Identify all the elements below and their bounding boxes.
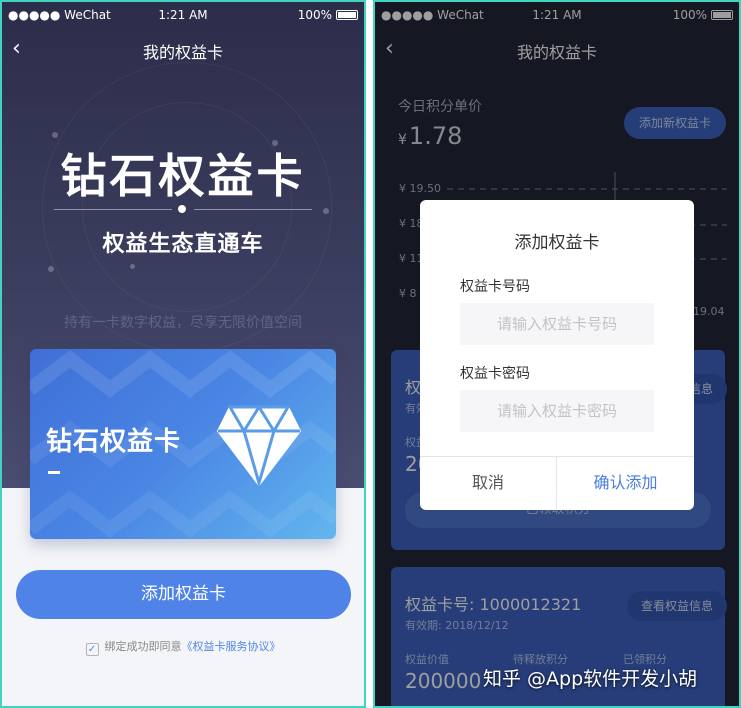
agreement-checkbox[interactable]: ✓: [85, 643, 99, 656]
card-password-label: 权益卡密码: [460, 366, 530, 382]
card-dash: [48, 471, 60, 474]
hero-subtitle: 权益生态直通车: [102, 232, 264, 257]
add-card-dialog: 添加权益卡 权益卡号码 权益卡密码 取消 确认添加: [420, 200, 694, 510]
diamond-icon: [216, 405, 302, 487]
card-number-input[interactable]: [460, 303, 654, 345]
battery-icon: [336, 10, 358, 20]
page-title: 我的权益卡: [142, 43, 223, 62]
hero-title: 钻石权益卡: [60, 149, 306, 203]
agreement-text: 绑定成功即同意: [104, 640, 182, 653]
cancel-button[interactable]: 取消: [420, 456, 556, 510]
diamond-card[interactable]: 钻石权益卡: [30, 349, 336, 539]
card-number-label: 权益卡号码: [460, 279, 530, 295]
confirm-add-button[interactable]: 确认添加: [557, 456, 694, 510]
card-password-input[interactable]: [460, 390, 654, 432]
agreement-row: ✓ 绑定成功即同意《权益卡服务协议》: [2, 638, 364, 656]
left-phone-screen: ●●●●● WeChat 1:21 AM 100% ‹ 我的权益卡 钻石权益卡 …: [0, 0, 366, 708]
add-card-button[interactable]: 添加权益卡: [16, 570, 351, 619]
status-bar: ●●●●● WeChat 1:21 AM 100%: [2, 2, 364, 28]
dialog-title: 添加权益卡: [514, 233, 600, 253]
hero-divider-left: [54, 209, 172, 210]
battery-percent: 100%: [297, 8, 332, 22]
hero-description: 持有一卡数字权益，尽享无限价值空间: [64, 315, 302, 331]
hero-divider-dot: [178, 205, 186, 213]
right-phone-screen: ●●●●● WeChat 1:21 AM 100% ‹ 我的权益卡 今日积分单价…: [373, 0, 741, 708]
hero-divider-right: [194, 209, 312, 210]
card-title: 钻石权益卡: [46, 427, 182, 457]
agreement-link[interactable]: 《权益卡服务协议》: [182, 640, 281, 653]
watermark-text: 知乎 @App软件开发小胡: [483, 668, 698, 690]
